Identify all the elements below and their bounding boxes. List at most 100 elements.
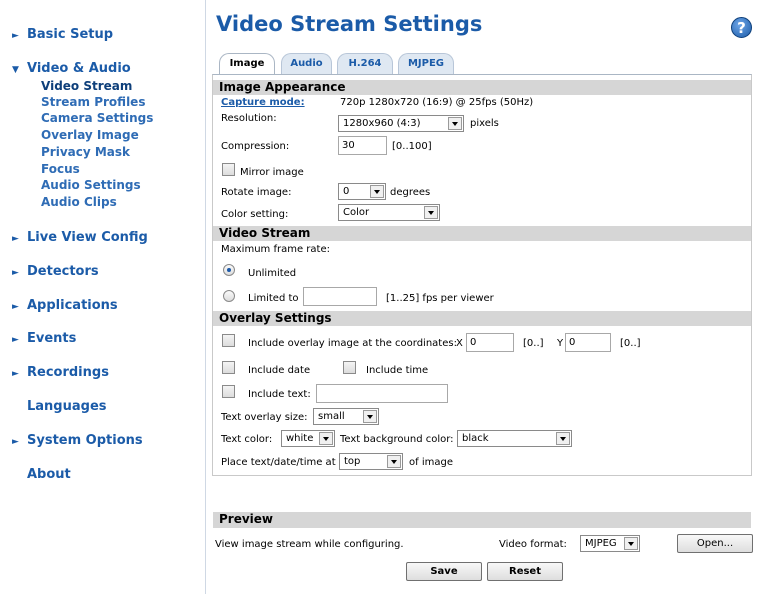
nav-label: Languages [27,399,107,414]
page-title: Video Stream Settings [216,12,483,36]
nav-label: Live View Config [27,230,148,245]
chevron-down-icon [448,117,462,130]
text-size-label: Text overlay size: [221,412,308,423]
tab-image[interactable]: Image [219,53,275,75]
include-date-label: Include date [248,365,311,376]
text-bg-color-value: black [462,433,489,444]
rotate-value: 0 [343,186,350,197]
compression-range: [0..100] [392,141,432,152]
chevron-right-icon: ► [12,369,19,379]
nav-sub-overlay-image[interactable]: Overlay Image [41,127,139,144]
rotate-select[interactable]: 0 [338,183,386,200]
nav-label: System Options [27,433,143,448]
nav-sub-focus[interactable]: Focus [41,161,80,178]
text-size-select[interactable]: small [313,408,379,425]
nav-sub-audio-settings[interactable]: Audio Settings [41,177,141,194]
resolution-select[interactable]: 1280x960 (4:3) [338,115,464,132]
rotate-unit: degrees [390,187,431,198]
nav-sub-audio-clips[interactable]: Audio Clips [41,194,117,211]
text-color-select[interactable]: white [281,430,335,447]
overlay-text-input[interactable] [316,384,448,403]
nav-label: Events [27,331,77,346]
text-size-value: small [318,411,345,422]
place-text-suffix: of image [409,457,453,468]
nav-label: Recordings [27,365,109,380]
chevron-down-icon [387,455,401,468]
include-text-checkbox[interactable] [222,385,235,398]
nav-label: Detectors [27,264,99,279]
text-bg-color-label: Text background color: [340,434,454,445]
text-color-value: white [286,433,314,444]
tab-audio[interactable]: Audio [281,53,332,74]
overlay-x-label: X [456,338,463,349]
include-time-checkbox[interactable] [343,361,356,374]
chevron-right-icon: ► [12,31,19,41]
nav-sub-camera-settings[interactable]: Camera Settings [41,110,153,127]
text-color-label: Text color: [221,434,273,445]
resolution-label: Resolution: [221,113,277,124]
section-video-stream: Video Stream [213,226,751,241]
include-overlay-checkbox[interactable] [222,334,235,347]
nav-detectors[interactable]: ► Detectors [12,264,99,279]
place-text-label: Place text/date/time at [221,457,336,468]
limited-fps-input[interactable] [303,287,377,306]
max-frame-rate-label: Maximum frame rate: [221,244,330,255]
limited-label: Limited to [248,293,299,304]
color-setting-value: Color [343,207,370,218]
limited-range: [1..25] fps per viewer [386,293,494,304]
save-button[interactable]: Save [406,562,482,581]
nav-basic-setup[interactable]: ► Basic Setup [12,27,113,42]
unlimited-radio[interactable] [223,264,235,276]
nav-label: About [27,467,71,482]
overlay-x-range: [0..] [523,338,544,349]
overlay-y-input[interactable]: 0 [565,333,611,352]
video-format-label: Video format: [499,539,567,550]
chevron-down-icon [624,537,638,550]
include-date-checkbox[interactable] [222,361,235,374]
limited-radio[interactable] [223,290,235,302]
nav-languages[interactable]: Languages [12,399,107,414]
place-text-select[interactable]: top [339,453,403,470]
color-setting-label: Color setting: [221,209,289,220]
nav-sub-privacy-mask[interactable]: Privacy Mask [41,144,130,161]
chevron-right-icon: ► [12,268,19,278]
include-overlay-label: Include overlay image at the coordinates… [248,338,457,349]
include-text-label: Include text: [248,389,311,400]
capture-mode-value: 720p 1280x720 (16:9) @ 25fps (50Hz) [340,97,534,108]
nav-events[interactable]: ► Events [12,331,76,346]
place-text-value: top [344,456,361,467]
overlay-x-input[interactable]: 0 [466,333,514,352]
tab-mjpeg[interactable]: MJPEG [398,53,454,74]
help-icon[interactable]: ? [731,17,752,38]
reset-button[interactable]: Reset [487,562,563,581]
chevron-down-icon [556,432,570,445]
nav-recordings[interactable]: ► Recordings [12,365,109,380]
chevron-down-icon [319,432,333,445]
text-bg-color-select[interactable]: black [457,430,572,447]
nav-about[interactable]: About [12,467,71,482]
rotate-label: Rotate image: [221,187,292,198]
compression-input[interactable]: 30 [338,136,387,155]
nav-label: Video & Audio [27,61,131,76]
nav-sub-stream-profiles[interactable]: Stream Profiles [41,94,145,111]
tab-h264[interactable]: H.264 [337,53,393,74]
mirror-image-checkbox[interactable] [222,163,235,176]
nav-sub-video-stream[interactable]: Video Stream [41,78,132,95]
overlay-y-range: [0..] [620,338,641,349]
sidebar: ► Basic Setup ▼ Video & Audio Video Stream… [0,0,206,594]
nav-video-audio[interactable]: ▼ Video & Audio [12,61,131,76]
nav-applications[interactable]: ► Applications [12,298,118,313]
open-preview-button[interactable]: Open... [677,534,753,553]
nav-system-options[interactable]: ► System Options [12,433,143,448]
section-overlay-settings: Overlay Settings [213,311,751,326]
capture-mode-link[interactable]: Capture mode: [221,97,305,108]
nav-live-view-config[interactable]: ► Live View Config [12,230,148,245]
video-format-select[interactable]: MJPEG [580,535,640,552]
compression-label: Compression: [221,141,290,152]
color-setting-select[interactable]: Color [338,204,440,221]
chevron-right-icon: ► [12,302,19,312]
section-image-appearance: Image Appearance [213,80,751,95]
chevron-down-icon [424,206,438,219]
resolution-unit: pixels [470,118,499,129]
include-time-label: Include time [366,365,429,376]
